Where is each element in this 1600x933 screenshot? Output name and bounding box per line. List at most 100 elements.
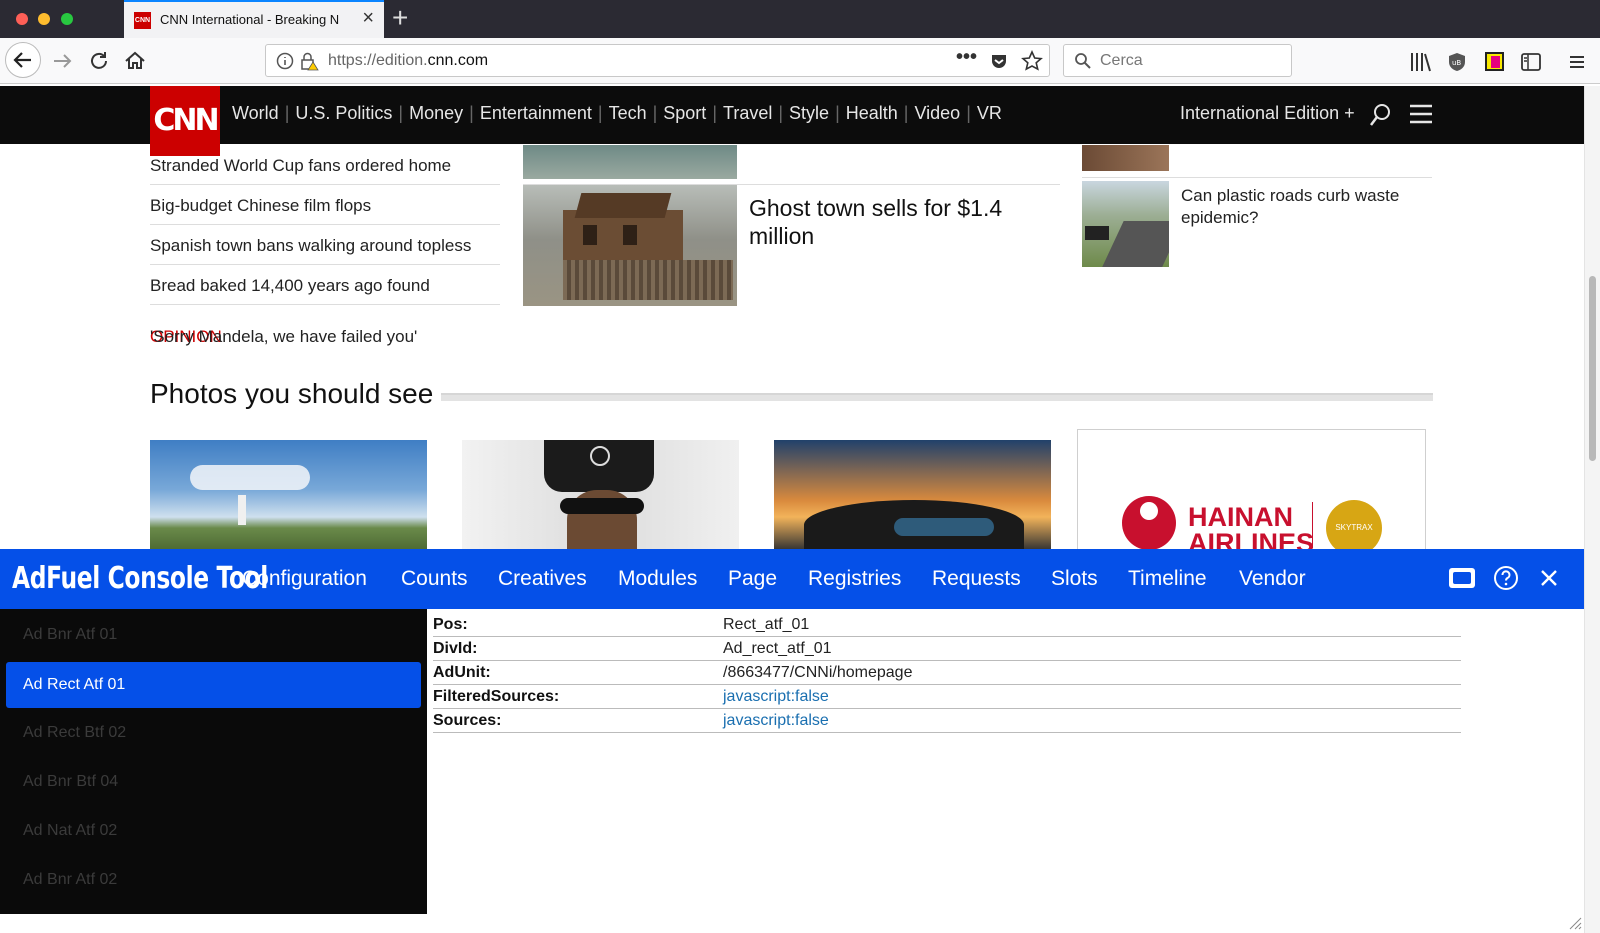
hamburger-menu-icon[interactable] [1408, 103, 1434, 125]
nav-link-sport[interactable]: Sport [663, 103, 706, 123]
help-icon[interactable] [1492, 564, 1520, 592]
close-window-button[interactable] [16, 13, 28, 25]
reload-button[interactable] [85, 47, 113, 75]
nav-link-video[interactable]: Video [914, 103, 960, 123]
svg-text:uB: uB [1452, 59, 1461, 67]
nav-link-money[interactable]: Money [409, 103, 463, 123]
minimize-window-button[interactable] [38, 13, 50, 25]
home-button[interactable] [121, 47, 149, 75]
nav-link-vr[interactable]: VR [977, 103, 1002, 123]
nav-link-travel[interactable]: Travel [723, 103, 772, 123]
menu-page[interactable]: Page [728, 567, 777, 591]
reload-icon [91, 52, 107, 69]
pocket-icon[interactable] [989, 51, 1009, 71]
nav-link-world[interactable]: World [232, 103, 279, 123]
back-arrow-icon [13, 52, 31, 68]
menu-requests[interactable]: Requests [932, 567, 1021, 591]
detail-row: Pos: Rect_atf_01 [433, 613, 1461, 637]
headline-item-opinion[interactable]: OPINION 'Sorry Mandela, we have failed y… [150, 305, 500, 346]
edition-selector[interactable]: International Edition + [1180, 103, 1355, 124]
url-text: https://edition.cnn.com [328, 52, 489, 69]
ublock-shield-icon[interactable]: uB [1446, 51, 1468, 73]
detail-key: Pos: [433, 616, 468, 633]
detail-value-link[interactable]: javascript:false [723, 712, 829, 730]
ad-brand-line1: HAINAN [1188, 502, 1293, 532]
scrollbar-thumb[interactable] [1589, 276, 1596, 461]
slot-item[interactable]: Ad Bnr Btf 04 [6, 759, 421, 805]
menu-creatives[interactable]: Creatives [498, 567, 587, 591]
nav-link-health[interactable]: Health [846, 103, 898, 123]
extension-n-icon[interactable] [1485, 52, 1504, 71]
photo-lighthouse[interactable] [150, 440, 427, 550]
hamburger-menu-icon[interactable] [1567, 52, 1587, 72]
menu-slots[interactable]: Slots [1051, 567, 1098, 591]
slot-item[interactable]: Ad Bnr Atf 01 [6, 612, 421, 658]
cnn-logo[interactable]: CNN [150, 86, 220, 156]
slot-item[interactable]: Ad Rect Btf 02 [6, 710, 421, 756]
menu-counts[interactable]: Counts [401, 567, 468, 591]
detail-key: AdUnit: [433, 664, 491, 681]
story-image[interactable] [523, 145, 737, 179]
detail-value: Ad_rect_atf_01 [723, 640, 832, 657]
menu-modules[interactable]: Modules [618, 567, 697, 591]
library-icon[interactable] [1409, 51, 1433, 73]
screen-icon[interactable] [1448, 566, 1476, 590]
page-scrollbar[interactable] [1584, 86, 1600, 933]
page-actions-icon[interactable]: ••• [956, 46, 977, 69]
detail-key: DivId: [433, 640, 478, 657]
slot-detail-panel: Pos: Rect_atf_01 DivId: Ad_rect_atf_01 A… [427, 609, 1584, 914]
home-icon [125, 51, 145, 69]
menu-registries[interactable]: Registries [808, 567, 901, 591]
slot-item[interactable]: Ad Bnr Atf 02 [6, 857, 421, 903]
search-icon[interactable] [1368, 102, 1392, 128]
photo-driver[interactable] [462, 440, 739, 550]
photo-concept-car[interactable] [774, 440, 1051, 550]
menu-timeline[interactable]: Timeline [1128, 567, 1207, 591]
zoom-window-button[interactable] [61, 13, 73, 25]
new-tab-button[interactable]: + [392, 4, 408, 32]
cnn-favicon-icon: CNN [134, 12, 151, 29]
nav-link-style[interactable]: Style [789, 103, 829, 123]
resize-grip-icon[interactable] [1568, 916, 1582, 930]
ad-badge: SKYTRAX [1326, 500, 1382, 549]
sidebar-toggle-icon[interactable] [1520, 51, 1542, 73]
navigation-toolbar: https://edition.cnn.com ••• Cerca uB [0, 38, 1600, 84]
adfuel-console-header: AdFuel Console Tool Configuration Counts… [0, 549, 1584, 609]
tab-close-icon[interactable]: × [362, 8, 374, 28]
side-headline[interactable]: Can plastic roads curb waste epidemic? [1181, 185, 1421, 229]
console-title: AdFuel Console Tool [12, 561, 268, 596]
slot-item-selected[interactable]: Ad Rect Atf 01 [6, 662, 421, 708]
bookmark-star-icon[interactable] [1021, 50, 1043, 72]
headline-item[interactable]: Big-budget Chinese film flops [150, 185, 500, 225]
search-placeholder: Cerca [1100, 52, 1143, 69]
detail-row: Sources: javascript:false [433, 709, 1461, 733]
detail-key: FilteredSources: [433, 688, 560, 705]
url-bar[interactable]: https://edition.cnn.com ••• [265, 44, 1050, 77]
detail-value: /8663477/CNNi/homepage [723, 664, 913, 681]
tab-cnn[interactable]: CNN CNN International - Breaking N × [124, 0, 384, 38]
close-icon[interactable] [1538, 567, 1560, 589]
detail-row: FilteredSources: javascript:false [433, 685, 1461, 709]
back-button[interactable] [5, 42, 41, 78]
headline-item[interactable]: Spanish town bans walking around topless [150, 225, 500, 265]
menu-vendor[interactable]: Vendor [1239, 567, 1306, 591]
lock-warning-icon [301, 52, 319, 71]
detail-row: AdUnit: /8663477/CNNi/homepage [433, 661, 1461, 685]
ghost-town-image[interactable] [523, 185, 737, 306]
nav-link-entertainment[interactable]: Entertainment [480, 103, 592, 123]
detail-value-link[interactable]: javascript:false [723, 688, 829, 706]
advertisement-hainan[interactable]: HAINAN AIRLINES SKYTRAX [1077, 429, 1426, 550]
headline-item[interactable]: Bread baked 14,400 years ago found [150, 265, 500, 305]
section-heading: Photos you should see [150, 378, 434, 409]
slot-item[interactable]: Ad Nat Atf 02 [6, 808, 421, 854]
nav-link-us-politics[interactable]: U.S. Politics [295, 103, 392, 123]
cnn-navigation-bar: CNN World | U.S. Politics | Money | Entertainm… [0, 86, 1584, 156]
search-icon [1075, 53, 1091, 69]
forward-button[interactable] [49, 47, 77, 75]
story-image[interactable] [1082, 145, 1169, 171]
plastic-roads-image[interactable] [1082, 181, 1169, 267]
search-field[interactable]: Cerca [1063, 44, 1292, 77]
nav-link-tech[interactable]: Tech [609, 103, 647, 123]
menu-configuration[interactable]: Configuration [242, 567, 367, 591]
feature-headline[interactable]: Ghost town sells for $1.4 million [749, 194, 1049, 250]
